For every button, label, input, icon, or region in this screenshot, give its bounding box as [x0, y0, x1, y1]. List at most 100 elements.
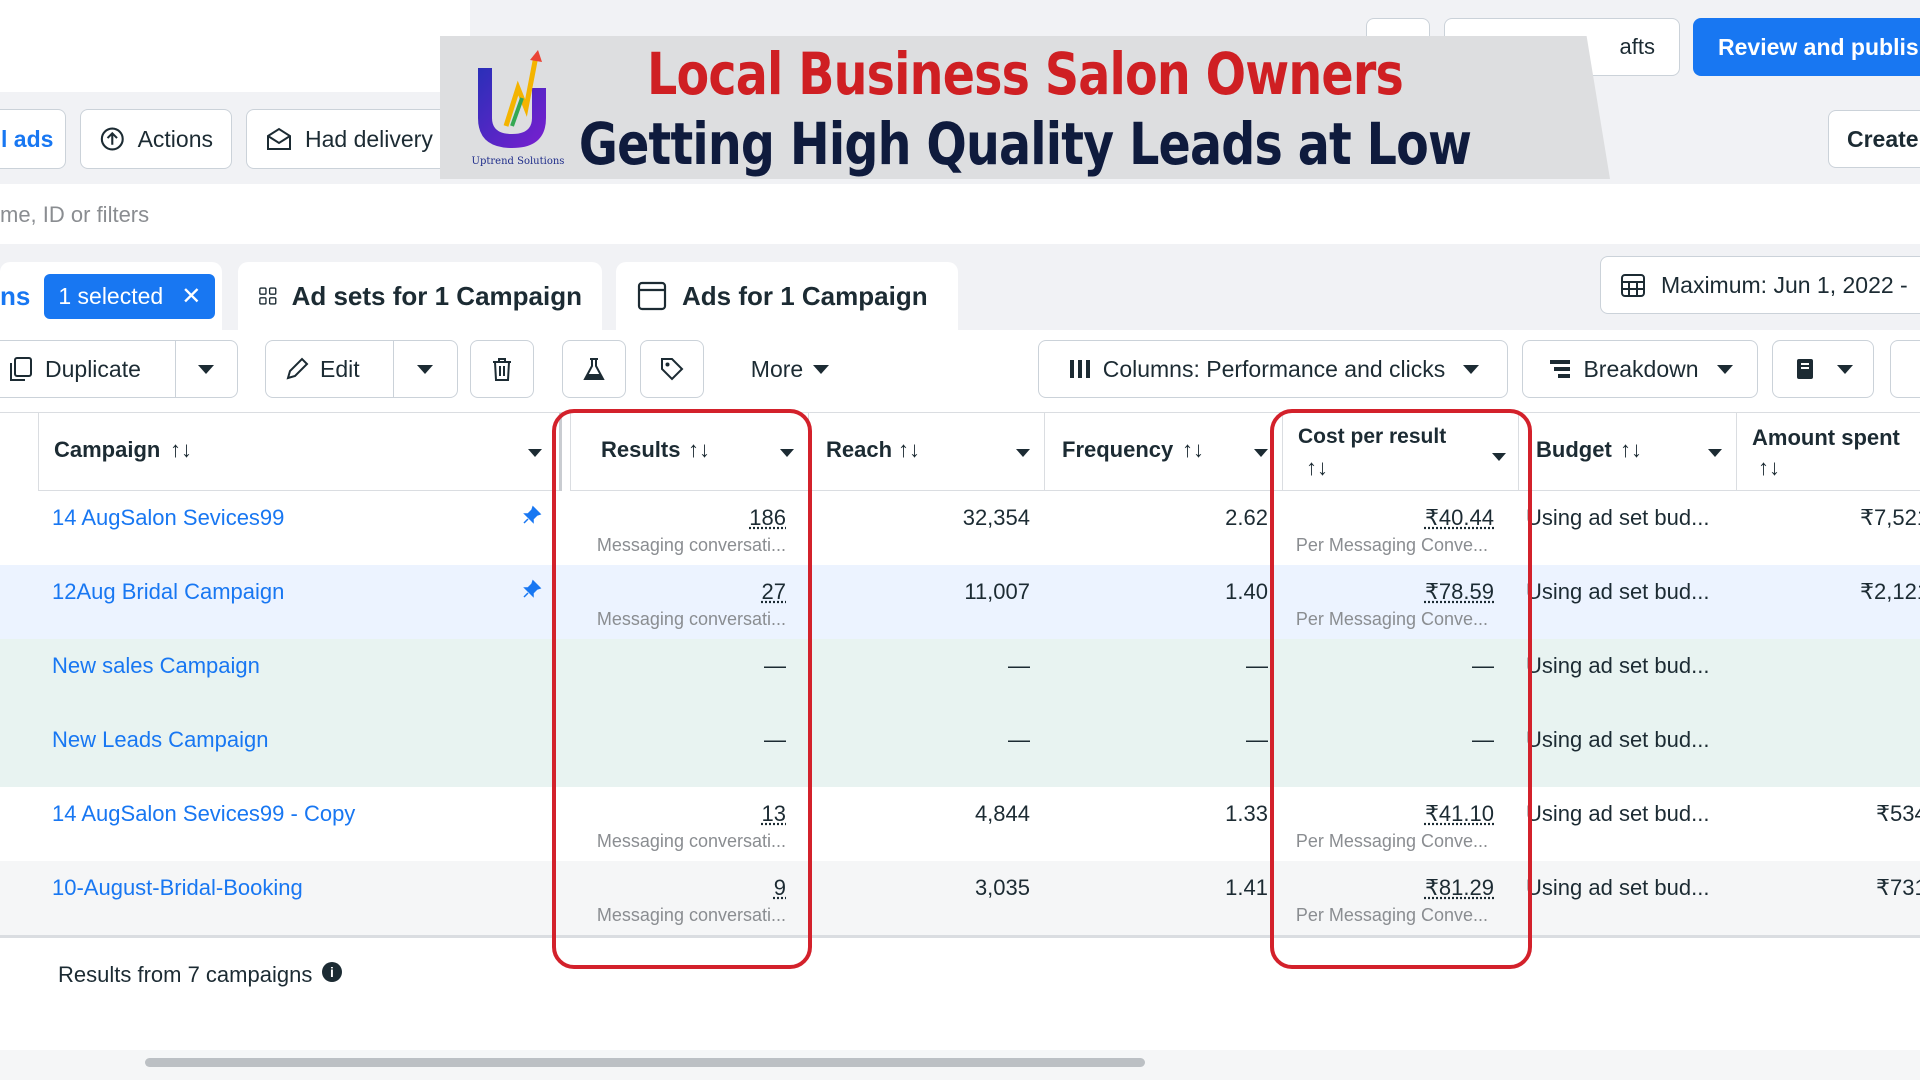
column-header-frequency[interactable]: Frequency ↑↓: [1044, 413, 1282, 491]
horizontal-scrollbar[interactable]: [145, 1058, 1145, 1067]
table-row[interactable]: 14 AugSalon Sevices99 - Copy 13 Messagin…: [0, 787, 1920, 861]
frequency-cell: 1.41: [1044, 861, 1282, 935]
delete-button[interactable]: [470, 340, 534, 398]
filter-actions[interactable]: Actions: [80, 109, 232, 169]
date-range-picker[interactable]: Maximum: Jun 1, 2022 -: [1600, 256, 1920, 314]
reach-cell: —: [808, 713, 1044, 787]
cost-per-result-highlight: [1270, 409, 1532, 969]
column-menu-icon[interactable]: [1708, 449, 1722, 457]
campaign-name-link[interactable]: 14 AugSalon Sevices99 - Copy: [52, 801, 355, 827]
table-row[interactable]: 14 AugSalon Sevices99 186 Messaging conv…: [0, 491, 1920, 565]
frequency-cell: 1.33: [1044, 787, 1282, 861]
reports-button[interactable]: [1772, 340, 1874, 398]
pin-icon[interactable]: [522, 579, 542, 604]
campaign-name-link[interactable]: New Leads Campaign: [52, 727, 268, 753]
duplicate-dropdown-icon[interactable]: [198, 365, 214, 374]
table-row[interactable]: 10-August-Bridal-Booking 9 Messaging con…: [0, 861, 1920, 935]
upload-icon: [99, 125, 126, 153]
budget-cell: Using ad set bud...: [1518, 787, 1736, 861]
frequency-cell: 1.40: [1044, 565, 1282, 639]
filter-ads[interactable]: l ads: [0, 109, 66, 169]
campaign-name-link[interactable]: 10-August-Bridal-Booking: [52, 875, 303, 901]
breakdown-dropdown-icon: [1717, 365, 1733, 374]
frequency-cell: —: [1044, 639, 1282, 713]
sort-icon: ↑↓: [1620, 437, 1642, 463]
level-tabs: ns 1 selected ✕ Ad sets for 1 Campaign A…: [0, 244, 1920, 330]
search-bar[interactable]: me, ID or filters: [0, 184, 1920, 245]
tab-campaigns[interactable]: ns 1 selected ✕: [0, 262, 222, 330]
amount-spent-cell: ₹731: [1736, 861, 1920, 935]
columns-dropdown-icon: [1463, 365, 1479, 374]
ad-icon: [636, 280, 668, 312]
amount-spent-cell: ₹7,521: [1736, 491, 1920, 565]
results-highlight: [552, 409, 812, 969]
sort-icon: ↑↓: [1758, 455, 1780, 481]
duplicate-icon: [7, 355, 35, 383]
drafts-label: afts: [1620, 34, 1655, 60]
summary-label: Results from 7 campaigns: [58, 962, 312, 988]
edit-button[interactable]: Edit: [265, 340, 458, 398]
summary-row: Results from 7 campaigns i: [0, 935, 1920, 1054]
sort-icon: ↑↓: [1182, 437, 1204, 463]
close-icon[interactable]: ✕: [181, 282, 201, 311]
column-menu-icon[interactable]: [528, 449, 542, 457]
reach-cell: 4,844: [808, 787, 1044, 861]
envelope-icon: [265, 125, 293, 153]
column-menu-icon[interactable]: [1254, 449, 1268, 457]
sort-icon: ↑↓: [170, 437, 192, 463]
info-icon[interactable]: i: [322, 962, 342, 982]
amount-spent-cell: ₹2,121: [1736, 565, 1920, 639]
budget-cell: Using ad set bud...: [1518, 861, 1736, 935]
more-button[interactable]: More: [720, 340, 860, 398]
duplicate-button[interactable]: Duplicate: [0, 340, 238, 398]
column-header-budget[interactable]: Budget ↑↓: [1518, 413, 1736, 491]
ab-test-button[interactable]: [562, 340, 626, 398]
filter-had-delivery[interactable]: Had delivery: [246, 109, 456, 169]
column-header-campaign[interactable]: Campaign ↑↓: [38, 413, 559, 491]
more-dropdown-icon: [813, 365, 829, 374]
campaign-name-link[interactable]: 14 AugSalon Sevices99: [52, 505, 284, 531]
calendar-icon: [1619, 271, 1647, 299]
breakdown-button[interactable]: Breakdown: [1522, 340, 1758, 398]
campaign-name-link[interactable]: New sales Campaign: [52, 653, 260, 679]
grid-icon: [258, 280, 278, 312]
column-header-reach[interactable]: Reach ↑↓: [808, 413, 1044, 491]
reach-cell: 3,035: [808, 861, 1044, 935]
toolbar: Duplicate Edit More Columns: Performance…: [0, 330, 1920, 412]
reach-cell: —: [808, 639, 1044, 713]
review-and-publish-button[interactable]: Review and publish: [1693, 18, 1920, 76]
budget-cell: Using ad set bud...: [1518, 639, 1736, 713]
frequency-cell: 2.62: [1044, 491, 1282, 565]
table-row[interactable]: New Leads Campaign — — — — Using ad set …: [0, 713, 1920, 787]
export-button[interactable]: [1890, 340, 1920, 398]
reach-cell: 11,007: [808, 565, 1044, 639]
flask-icon: [581, 356, 607, 382]
pin-icon[interactable]: [522, 505, 542, 530]
budget-cell: Using ad set bud...: [1518, 565, 1736, 639]
column-menu-icon[interactable]: [1016, 449, 1030, 457]
tab-ad-sets[interactable]: Ad sets for 1 Campaign: [238, 262, 602, 330]
tab-campaigns-label: ns: [0, 281, 30, 312]
pencil-icon: [284, 356, 310, 382]
campaign-name-link[interactable]: 12Aug Bridal Campaign: [52, 579, 284, 605]
column-header-amount-spent[interactable]: Amount spent ↑↓: [1736, 413, 1920, 491]
tag-button[interactable]: [640, 340, 704, 398]
breakdown-icon: [1547, 356, 1573, 382]
table-row[interactable]: New sales Campaign — — — — Using ad set …: [0, 639, 1920, 713]
reports-dropdown-icon: [1837, 365, 1853, 374]
frequency-cell: —: [1044, 713, 1282, 787]
table-row[interactable]: 12Aug Bridal Campaign 27 Messaging conve…: [0, 565, 1920, 639]
edit-dropdown-icon[interactable]: [417, 365, 433, 374]
amount-spent-cell: ₹534: [1736, 787, 1920, 861]
create-button[interactable]: Create: [1828, 110, 1920, 168]
selected-badge[interactable]: 1 selected ✕: [44, 274, 215, 319]
budget-cell: Using ad set bud...: [1518, 491, 1736, 565]
banner-title: Local Business Salon Owners: [545, 40, 1504, 108]
trash-icon: [489, 356, 515, 382]
columns-button[interactable]: Columns: Performance and clicks: [1038, 340, 1508, 398]
search-placeholder: me, ID or filters: [0, 202, 149, 228]
promo-banner: Uptrend Solutions Local Business Salon O…: [440, 36, 1610, 179]
tab-ads[interactable]: Ads for 1 Campaign: [616, 262, 958, 330]
report-icon: [1793, 356, 1819, 382]
budget-cell: Using ad set bud...: [1518, 713, 1736, 787]
